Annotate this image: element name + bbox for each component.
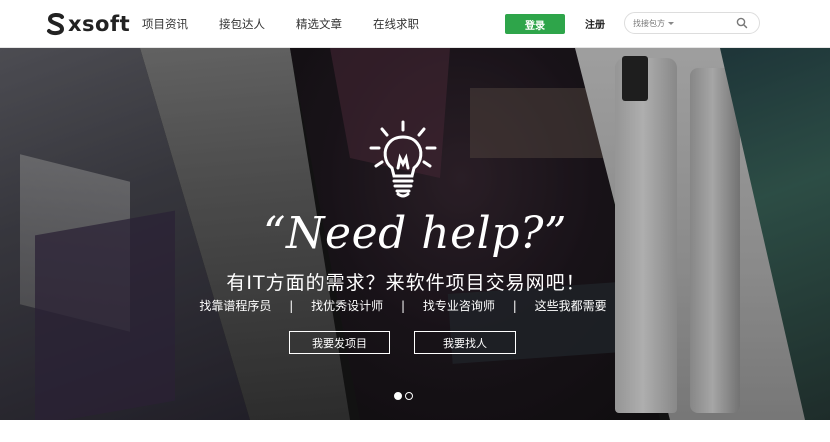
carousel-dot-1[interactable] [394,392,402,400]
tag-separator: | [400,299,406,313]
search-scope-label: 找接包方 [633,18,665,28]
search-input[interactable] [678,18,735,28]
site-logo[interactable]: xsoft [46,9,130,39]
search-icon[interactable] [735,16,749,30]
nav-item-featured-articles[interactable]: 精选文章 [296,16,342,32]
nav-item-contractors[interactable]: 接包达人 [219,16,265,32]
banner-headline: “Need help?” [263,208,567,259]
chevron-down-icon [668,21,674,25]
search-scope-dropdown[interactable]: 找接包方 [633,18,674,29]
logo-s-icon [47,12,65,36]
carousel-pagination [394,392,416,400]
banner-service-tags: 找靠谱程序员 | 找优秀设计师 | 找专业咨询师 | 这些我都需要 [0,297,806,314]
hero-banner: “Need help?” 有IT方面的需求？来软件项目交易网吧！ 找靠谱程序员 … [0,48,830,420]
search-box: 找接包方 [624,12,760,34]
nav-item-project-news[interactable]: 项目资讯 [142,16,188,32]
tag-designer: 找优秀设计师 [311,299,384,313]
tag-consultant: 找专业咨询师 [422,299,495,313]
lightbulb-icon [369,120,437,198]
find-talent-button[interactable]: 我要找人 [414,331,516,354]
main-nav: 项目资讯 接包达人 精选文章 在线求职 [142,0,450,48]
nav-item-job-search[interactable]: 在线求职 [373,16,419,32]
carousel-dot-2[interactable] [405,392,413,400]
top-header: xsoft 项目资讯 接包达人 精选文章 在线求职 登录 注册 找接包方 [0,0,830,48]
tag-separator: | [289,299,294,313]
register-link[interactable]: 注册 [585,16,605,31]
tag-all: 这些我都需要 [534,299,607,313]
post-project-button[interactable]: 我要发项目 [289,331,390,354]
login-button[interactable]: 登录 [505,14,565,34]
tag-programmer: 找靠谱程序员 [199,299,272,313]
page-content-start [0,420,830,442]
tag-separator: | [512,299,517,313]
logo-text: xsoft [68,12,131,36]
banner-subtitle: 有IT方面的需求？来软件项目交易网吧！ [226,272,586,294]
